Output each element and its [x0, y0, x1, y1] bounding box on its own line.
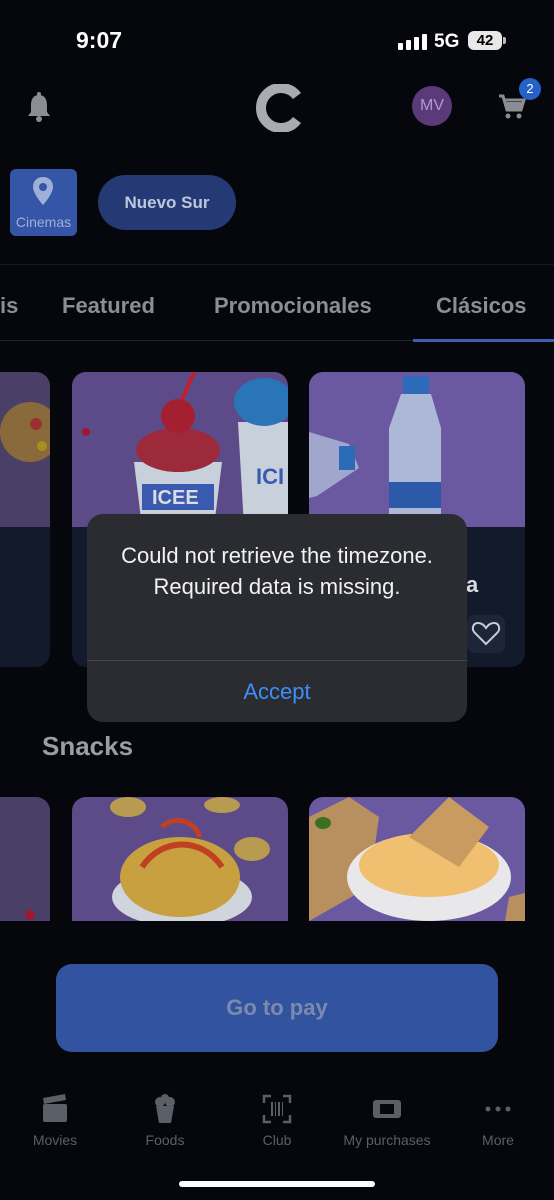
ticket-icon: [373, 1100, 401, 1118]
product-image: [0, 797, 50, 921]
cart-icon[interactable]: [498, 94, 526, 120]
svg-text:ICI: ICI: [256, 464, 284, 489]
snack-card[interactable]: [72, 797, 288, 921]
nav-label: Foods: [145, 1132, 185, 1148]
clapperboard-icon: [43, 1094, 67, 1122]
nav-item-club[interactable]: Club: [227, 1094, 327, 1148]
nav-item-my-purchases[interactable]: My purchases: [332, 1094, 442, 1148]
cart-count-badge: 2: [519, 78, 541, 100]
product-image: ICEE ICI: [72, 372, 288, 527]
nav-label: More: [482, 1132, 514, 1148]
divider: [0, 264, 554, 265]
tab-partial[interactable]: is: [0, 293, 18, 319]
nav-item-movies[interactable]: Movies: [5, 1094, 105, 1148]
tab-clasicos[interactable]: Clásicos: [436, 293, 527, 319]
tab-featured[interactable]: Featured: [62, 293, 155, 319]
section-title-snacks: Snacks: [42, 731, 134, 761]
product-image: [0, 372, 50, 527]
nav-label: Movies: [32, 1132, 78, 1148]
home-indicator: [179, 1181, 375, 1187]
app-screen: 9:07 5G 42 MV 2 Cinemas Nuevo Sur is Fea…: [0, 0, 554, 1200]
cinema-logo-icon[interactable]: [253, 84, 301, 132]
product-image: [72, 797, 288, 921]
product-title-partial: a: [466, 572, 479, 597]
active-tab-indicator: [413, 339, 554, 342]
snack-card[interactable]: [309, 797, 525, 921]
cinemas-label: Cinemas: [15, 214, 72, 230]
nav-label: My purchases: [343, 1132, 431, 1148]
barcode-scan-icon: [262, 1094, 292, 1124]
accept-button[interactable]: Accept: [87, 661, 467, 722]
selected-cinema-pill[interactable]: Nuevo Sur: [98, 175, 236, 230]
nav-item-more[interactable]: More: [448, 1094, 548, 1148]
location-pin-icon: [33, 177, 53, 205]
more-dots-icon: [485, 1106, 511, 1112]
signal-icon: [398, 34, 427, 50]
network-label: 5G: [434, 31, 460, 52]
heart-icon: [471, 621, 501, 646]
battery-icon: 42: [468, 31, 502, 50]
popcorn-icon: [155, 1094, 175, 1123]
favorite-button[interactable]: [467, 615, 505, 653]
go-to-pay-button[interactable]: Go to pay: [56, 964, 498, 1052]
product-image: [309, 372, 525, 527]
nav-label: Club: [262, 1132, 292, 1148]
snack-card-partial[interactable]: [0, 797, 50, 921]
product-image: [309, 797, 525, 921]
avatar[interactable]: MV: [412, 86, 452, 126]
bell-icon[interactable]: [26, 92, 52, 122]
svg-text:ICEE: ICEE: [152, 487, 199, 509]
tab-promocionales[interactable]: Promocionales: [214, 293, 372, 319]
alert-message: Could not retrieve the timezone. Require…: [121, 543, 433, 599]
product-card-partial[interactable]: [0, 372, 50, 667]
nav-item-foods[interactable]: Foods: [115, 1094, 215, 1148]
status-time: 9:07: [76, 27, 123, 53]
battery-tip: [503, 37, 506, 44]
